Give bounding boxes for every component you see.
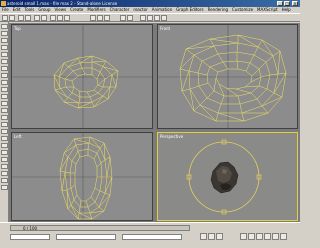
tool-24-icon[interactable] (1, 185, 8, 190)
maximize-button[interactable]: □ (284, 1, 290, 6)
tool-7-icon[interactable] (1, 66, 8, 71)
material-editor-icon[interactable] (147, 15, 153, 21)
percent-snap-icon[interactable] (104, 15, 110, 21)
app-window: asteroid small 1.max - file max 2 - Stan… (0, 0, 300, 248)
top-wireframe-svg (12, 25, 152, 128)
viewport-perspective[interactable]: Perspective (157, 132, 298, 221)
viewport-label-front[interactable]: Front (160, 26, 170, 31)
zoom-extents-icon[interactable] (256, 233, 263, 240)
frame-counter: 0 / 100 (23, 226, 38, 231)
tool-20-icon[interactable] (1, 157, 8, 162)
align-icon[interactable] (127, 15, 133, 21)
asteroid-shaded-mesh[interactable] (210, 161, 239, 194)
tool-15-icon[interactable] (1, 122, 8, 127)
viewport-top[interactable]: Top (11, 24, 153, 129)
next-frame-icon[interactable] (208, 233, 215, 240)
viewport-area: Top Front Left Perspective (9, 23, 300, 223)
tool-8-icon[interactable] (1, 73, 8, 78)
select-link-icon[interactable] (18, 15, 24, 21)
viewport-label-top[interactable]: Top (14, 26, 21, 31)
time-slider[interactable]: 0 / 100 (10, 225, 190, 231)
viewport-left[interactable]: Left (11, 132, 153, 221)
asteroid-wireframe-left (59, 136, 113, 220)
tool-13-icon[interactable] (1, 108, 8, 113)
left-wireframe-svg (12, 133, 152, 220)
tool-11-icon[interactable] (1, 94, 8, 99)
minimize-button[interactable]: _ (277, 1, 283, 6)
tool-21-icon[interactable] (1, 164, 8, 169)
title-bar: asteroid small 1.max - file max 2 - Stan… (0, 0, 300, 7)
tool-3-icon[interactable] (1, 38, 8, 43)
viewport-front[interactable]: Front (157, 24, 298, 129)
pan-icon[interactable] (264, 233, 271, 240)
tool-23-icon[interactable] (1, 178, 8, 183)
viewport-label-perspective[interactable]: Perspective (160, 134, 183, 139)
maximize-viewport-icon[interactable] (280, 233, 287, 240)
coordinate-field[interactable] (122, 234, 182, 240)
tool-12-icon[interactable] (1, 101, 8, 106)
tool-10-icon[interactable] (1, 87, 8, 92)
arc-rotate-icon[interactable] (272, 233, 279, 240)
tool-9-icon[interactable] (1, 80, 8, 85)
front-wireframe-svg (158, 25, 297, 128)
asteroid-wireframe-front (179, 34, 287, 122)
select-object-icon[interactable] (34, 15, 40, 21)
unlink-icon[interactable] (25, 15, 31, 21)
tool-14-icon[interactable] (1, 115, 8, 120)
tool-5-icon[interactable] (1, 52, 8, 57)
zoom-icon[interactable] (240, 233, 247, 240)
window-title: asteroid small 1.max - file max 2 - Stan… (7, 1, 118, 6)
close-button[interactable]: × (292, 1, 298, 6)
status-bar: 0 / 100 (0, 222, 300, 248)
tool-6-icon[interactable] (1, 59, 8, 64)
perspective-svg (186, 139, 262, 215)
tool-4-icon[interactable] (1, 45, 8, 50)
angle-snap-icon[interactable] (97, 15, 103, 21)
asteroid-wireframe-top (53, 55, 119, 109)
tool-19-icon[interactable] (1, 150, 8, 155)
tool-16-icon[interactable] (1, 129, 8, 134)
app-icon (1, 1, 6, 6)
status-field-prompt (56, 234, 116, 240)
main-toolbar (0, 13, 300, 22)
snap-icon[interactable] (90, 15, 96, 21)
quick-render-icon[interactable] (161, 15, 167, 21)
left-toolbar (0, 22, 9, 222)
curve-editor-icon[interactable] (140, 15, 146, 21)
viewport-label-left[interactable]: Left (14, 134, 22, 139)
tool-22-icon[interactable] (1, 171, 8, 176)
redo-icon[interactable] (9, 15, 15, 21)
tool-18-icon[interactable] (1, 143, 8, 148)
tool-1-icon[interactable] (1, 24, 8, 29)
play-icon[interactable] (200, 233, 207, 240)
scale-icon[interactable] (64, 15, 70, 21)
zoom-all-icon[interactable] (248, 233, 255, 240)
select-by-name-icon[interactable] (41, 15, 47, 21)
rotate-icon[interactable] (57, 15, 63, 21)
tool-17-icon[interactable] (1, 136, 8, 141)
undo-icon[interactable] (2, 15, 8, 21)
status-field-selection (10, 234, 50, 240)
tool-2-icon[interactable] (1, 31, 8, 36)
mirror-icon[interactable] (120, 15, 126, 21)
key-mode-icon[interactable] (216, 233, 223, 240)
move-icon[interactable] (50, 15, 56, 21)
render-scene-icon[interactable] (154, 15, 160, 21)
